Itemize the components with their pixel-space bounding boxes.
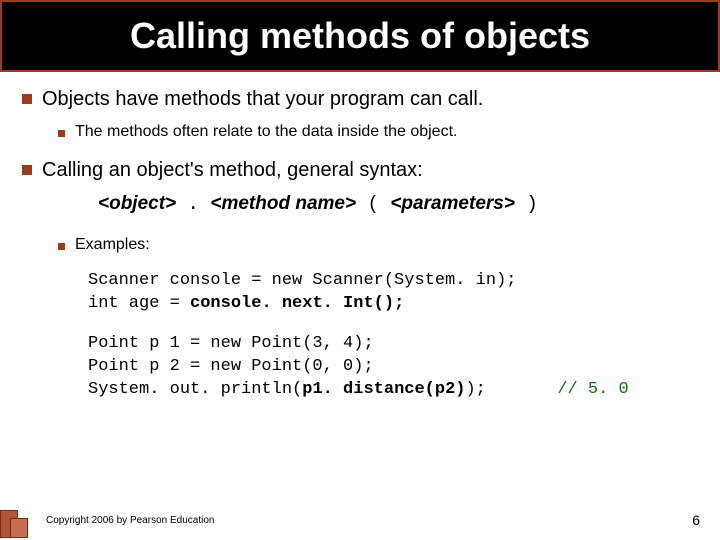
bullet-icon <box>58 243 65 250</box>
bullet-level2: Examples: <box>58 235 698 256</box>
title-bar: Calling methods of objects <box>0 0 720 72</box>
bullet-level1: Objects have methods that your program c… <box>22 86 698 112</box>
copyright-footer: Copyright 2006 by Pearson Education <box>46 515 214 526</box>
code-line: Point p 1 = new Point(3, 4); <box>88 334 374 353</box>
bullet-text: The methods often relate to the data ins… <box>75 122 457 143</box>
syntax-dot: . <box>176 193 210 215</box>
syntax-rparen: ) <box>515 193 538 215</box>
code-line: System. out. println( <box>88 380 302 399</box>
code-example-2: Point p 1 = new Point(3, 4); Point p 2 =… <box>88 333 698 402</box>
code-line: Point p 2 = new Point(0, 0); <box>88 357 374 376</box>
code-bold: console. next. Int(); <box>190 294 404 313</box>
code-line: int age = <box>88 294 190 313</box>
corner-decoration <box>0 498 34 538</box>
slide-content: Objects have methods that your program c… <box>0 72 720 402</box>
bullet-icon <box>22 94 32 104</box>
bullet-level2: The methods often relate to the data ins… <box>58 122 698 143</box>
bullet-text: Calling an object's method, general synt… <box>42 157 423 183</box>
syntax-params: <parameters> <box>390 193 515 214</box>
slide-title: Calling methods of objects <box>130 15 590 57</box>
bullet-icon <box>22 165 32 175</box>
syntax-object: <object> <box>98 193 176 214</box>
code-line: ); <box>465 380 485 399</box>
bullet-text: Objects have methods that your program c… <box>42 86 483 112</box>
code-bold: p1. distance(p2) <box>302 380 465 399</box>
code-example-1: Scanner console = new Scanner(System. in… <box>88 270 698 316</box>
bullet-text: Examples: <box>75 235 150 256</box>
code-line: Scanner console = new Scanner(System. in… <box>88 271 516 290</box>
code-comment: // 5. 0 <box>557 380 628 399</box>
bullet-level1: Calling an object's method, general synt… <box>22 157 698 183</box>
syntax-method: <method name> <box>210 193 356 214</box>
bullet-icon <box>58 130 65 137</box>
syntax-template: <object> . <method name> ( <parameters> … <box>98 193 698 215</box>
syntax-lparen: ( <box>356 193 390 215</box>
page-number: 6 <box>692 512 700 528</box>
